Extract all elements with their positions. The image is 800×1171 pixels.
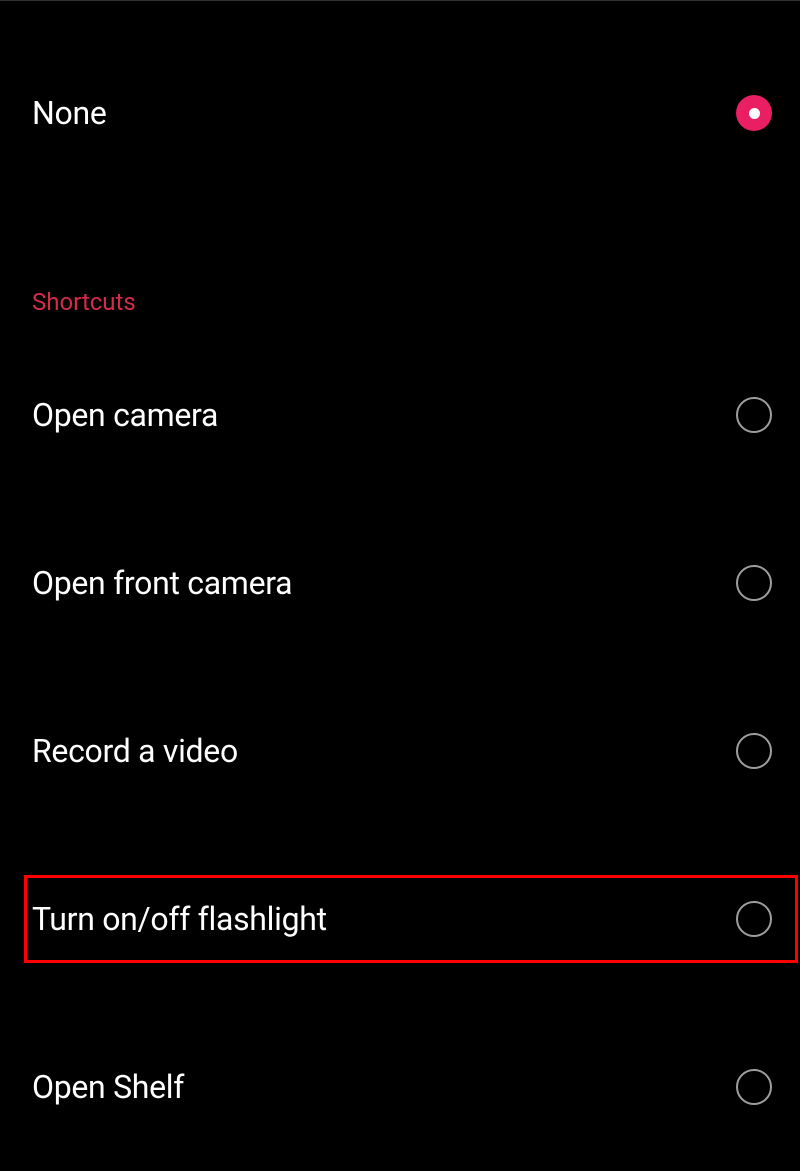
- option-none[interactable]: None: [0, 73, 800, 153]
- shortcut-record-video[interactable]: Record a video: [0, 667, 800, 835]
- shortcut-label: Open Shelf: [32, 1068, 184, 1106]
- radio-unselected-icon: [736, 397, 772, 433]
- radio-unselected-icon: [736, 901, 772, 937]
- radio-unselected-icon: [736, 733, 772, 769]
- shortcut-open-shelf[interactable]: Open Shelf: [0, 1003, 800, 1171]
- shortcuts-list: Open camera Open front camera Record a v…: [0, 331, 800, 1171]
- radio-selected-icon: [736, 95, 772, 131]
- shortcut-label: Turn on/off flashlight: [32, 900, 327, 938]
- radio-unselected-icon: [736, 1069, 772, 1105]
- shortcut-label: Record a video: [32, 732, 238, 770]
- option-none-label: None: [32, 94, 107, 132]
- shortcut-open-front-camera[interactable]: Open front camera: [0, 499, 800, 667]
- shortcut-flashlight[interactable]: Turn on/off flashlight: [0, 835, 800, 1003]
- radio-unselected-icon: [736, 565, 772, 601]
- shortcut-open-camera[interactable]: Open camera: [0, 331, 800, 499]
- shortcut-label: Open camera: [32, 396, 218, 434]
- section-header-shortcuts: Shortcuts: [0, 288, 800, 316]
- shortcut-label: Open front camera: [32, 564, 292, 602]
